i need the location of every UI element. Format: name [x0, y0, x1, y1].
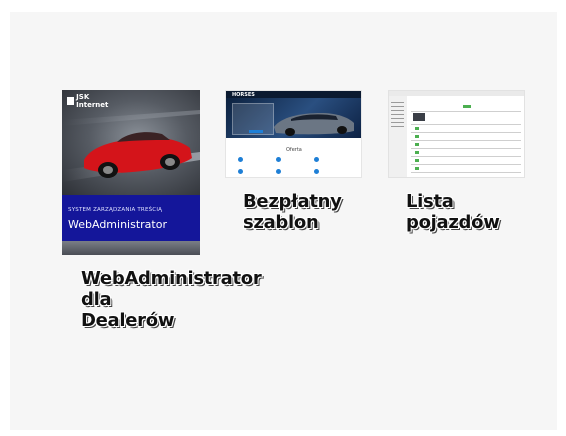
search-button — [249, 130, 263, 133]
logo-mark-icon — [67, 97, 75, 105]
status-marker — [415, 167, 419, 170]
search-form — [232, 103, 274, 135]
offer-icon — [238, 157, 243, 162]
product-thumbnail[interactable]: JSK Internet SYSTEM ZARZĄDZANIA TREŚCIĄ … — [62, 90, 200, 255]
status-marker — [415, 151, 419, 154]
table-row — [411, 172, 521, 173]
vehicle-thumbnail — [413, 113, 425, 121]
product-card-free-template[interactable]: HORSES Oferta Bezpłatny szablon — [225, 90, 362, 233]
table-row — [411, 111, 521, 112]
thumbnail-footer — [62, 241, 200, 255]
product-card-webadministrator[interactable]: JSK Internet SYSTEM ZARZĄDZANIA TREŚCIĄ … — [62, 90, 262, 331]
brand-subtitle: SYSTEM ZARZĄDZANIA TREŚCIĄ — [68, 207, 163, 213]
product-thumbnail[interactable] — [388, 90, 525, 178]
admin-sidebar — [389, 96, 407, 177]
sidebar-line — [391, 110, 404, 111]
offer-icon — [314, 157, 319, 162]
card-title[interactable]: Lista pojazdów — [406, 191, 524, 233]
status-marker — [415, 159, 419, 162]
sidebar-line — [391, 102, 404, 103]
brand-name: WebAdministrator — [68, 218, 167, 231]
add-vehicle-button — [463, 105, 471, 108]
table-row — [411, 156, 521, 157]
product-card-vehicle-list[interactable]: Lista pojazdów — [388, 90, 525, 233]
table-row — [411, 164, 521, 165]
status-marker — [415, 143, 419, 146]
sidebar-line — [391, 114, 404, 115]
table-row — [411, 132, 521, 133]
table-row — [411, 148, 521, 149]
admin-topbar — [389, 91, 524, 96]
section-heading: Oferta — [286, 147, 302, 153]
offer-icon — [238, 169, 243, 174]
site-logo: HORSES — [232, 92, 255, 98]
sidebar-line — [391, 126, 404, 127]
table-row — [411, 140, 521, 141]
sidebar-line — [391, 122, 404, 123]
card-title[interactable]: Bezpłatny szablon — [243, 191, 361, 233]
jsk-logo: JSK Internet — [67, 93, 119, 109]
card-title[interactable]: WebAdministrator dla Dealerów — [81, 268, 262, 331]
logo-text: JSK Internet — [76, 93, 109, 109]
table-row — [411, 124, 521, 125]
product-thumbnail[interactable]: HORSES Oferta — [225, 90, 362, 178]
offer-icon — [276, 169, 281, 174]
status-marker — [415, 135, 419, 138]
sidebar-line — [391, 106, 404, 107]
sidebar-line — [391, 118, 404, 119]
status-marker — [415, 127, 419, 130]
offer-icon — [314, 169, 319, 174]
offer-icon — [276, 157, 281, 162]
nav-bar: HORSES — [226, 91, 361, 98]
